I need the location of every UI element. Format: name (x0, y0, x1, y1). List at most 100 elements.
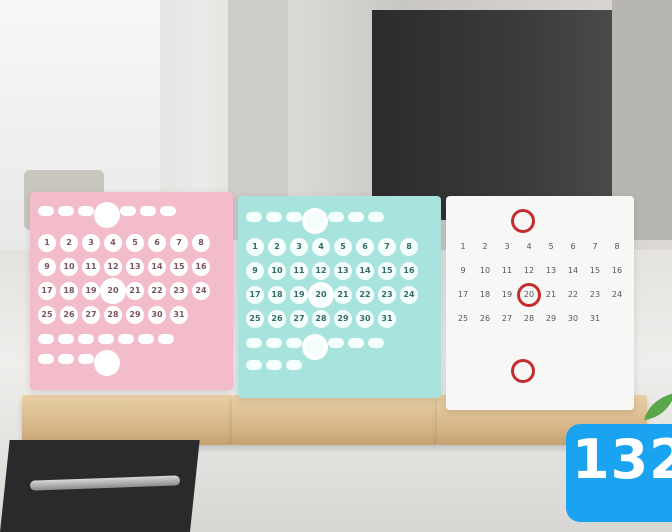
year-peg (246, 338, 262, 348)
day-peg: 30 (148, 306, 166, 324)
day-peg: 31 (589, 314, 601, 323)
day-peg: 4 (104, 234, 122, 252)
year-peg (534, 342, 550, 352)
day-peg: 15 (378, 262, 396, 280)
day-row: 1 2 3 4 5 6 7 8 (446, 238, 634, 256)
day-row: 9 10 11 12 13 14 15 16 (30, 258, 233, 276)
day-peg: 7 (170, 234, 188, 252)
day-peg: 16 (611, 266, 623, 275)
year-peg (328, 338, 344, 348)
day-peg: 13 (334, 262, 352, 280)
day-peg: 12 (523, 266, 535, 275)
year-peg (514, 342, 530, 352)
month-peg (246, 212, 262, 222)
day-peg: 26 (268, 310, 286, 328)
day-peg: 8 (614, 242, 620, 251)
day-peg: 24 (611, 290, 623, 299)
day-peg: 4 (312, 238, 330, 256)
day-row: 17 18 19 20 21 22 23 24 (30, 282, 233, 300)
year-row (30, 334, 233, 344)
year-peg (474, 362, 490, 372)
day-peg: 25 (246, 310, 264, 328)
year-peg (38, 334, 54, 344)
day-peg: 21 (545, 290, 557, 299)
year-peg (266, 360, 282, 370)
day-peg: 29 (334, 310, 352, 328)
selected-year-peg (306, 338, 324, 356)
year-peg (98, 334, 114, 344)
month-peg (160, 206, 176, 216)
day-peg: 1 (460, 242, 466, 251)
day-peg: 31 (378, 310, 396, 328)
day-peg: 4 (526, 242, 532, 251)
day-row: 9 10 11 12 13 14 15 16 (446, 262, 634, 280)
wooden-stand (22, 395, 232, 445)
month-peg (454, 212, 470, 222)
calendar-teal: 1 2 3 4 5 6 7 8 9 10 11 12 13 14 15 16 1… (238, 196, 441, 398)
day-row: 1 2 3 4 5 6 7 8 (238, 238, 441, 256)
year-peg (38, 354, 54, 364)
day-peg: 10 (479, 266, 491, 275)
month-row (446, 212, 634, 230)
year-peg (58, 354, 74, 364)
scene-photo: 1 2 3 4 5 6 7 8 9 10 11 12 13 14 15 16 1… (0, 0, 672, 532)
year-peg (286, 360, 302, 370)
day-peg: 28 (312, 310, 330, 328)
day-peg: 3 (290, 238, 308, 256)
day-peg: 7 (592, 242, 598, 251)
year-peg (574, 342, 590, 352)
day-peg: 23 (589, 290, 601, 299)
day-peg: 28 (104, 306, 122, 324)
month-peg (120, 206, 136, 216)
day-peg: 8 (400, 238, 418, 256)
selected-day-peg: 20 (312, 286, 330, 304)
day-peg: 23 (378, 286, 396, 304)
day-peg: 24 (192, 282, 210, 300)
year-peg (138, 334, 154, 344)
day-peg: 3 (82, 234, 100, 252)
count-badge-text: 132 (572, 428, 672, 491)
day-peg: 14 (356, 262, 374, 280)
day-peg: 15 (170, 258, 188, 276)
day-peg: 12 (312, 262, 330, 280)
day-peg: 6 (570, 242, 576, 251)
day-peg: 18 (479, 290, 491, 299)
selected-year-peg (98, 354, 116, 372)
day-peg: 11 (501, 266, 513, 275)
day-peg: 23 (170, 282, 188, 300)
calendar-white: 1 2 3 4 5 6 7 8 9 10 11 12 13 14 15 16 1… (446, 196, 634, 410)
day-peg: 13 (126, 258, 144, 276)
day-peg: 11 (82, 258, 100, 276)
month-peg (328, 212, 344, 222)
day-peg: 19 (501, 290, 513, 299)
month-peg (556, 212, 572, 222)
day-row: 1 2 3 4 5 6 7 8 (30, 234, 233, 252)
year-peg (494, 362, 510, 372)
day-peg: 29 (545, 314, 557, 323)
year-peg (246, 360, 262, 370)
year-peg (286, 338, 302, 348)
year-peg (474, 342, 490, 352)
month-peg (58, 206, 74, 216)
selected-peg (98, 206, 116, 224)
day-peg: 12 (104, 258, 122, 276)
month-peg (474, 212, 490, 222)
day-peg: 26 (479, 314, 491, 323)
day-peg: 5 (548, 242, 554, 251)
month-peg (78, 206, 94, 216)
month-peg (140, 206, 156, 216)
year-peg (78, 354, 94, 364)
calendar-pink: 1 2 3 4 5 6 7 8 9 10 11 12 13 14 15 16 1… (30, 192, 233, 390)
day-peg: 2 (482, 242, 488, 251)
day-peg: 13 (545, 266, 557, 275)
year-peg (454, 342, 470, 352)
selected-year-peg (514, 362, 532, 380)
day-peg: 9 (460, 266, 466, 275)
year-peg (348, 338, 364, 348)
day-peg: 7 (378, 238, 396, 256)
year-row (446, 342, 634, 352)
year-peg (58, 334, 74, 344)
wooden-stand (232, 395, 437, 445)
day-peg: 30 (567, 314, 579, 323)
year-peg (554, 342, 570, 352)
